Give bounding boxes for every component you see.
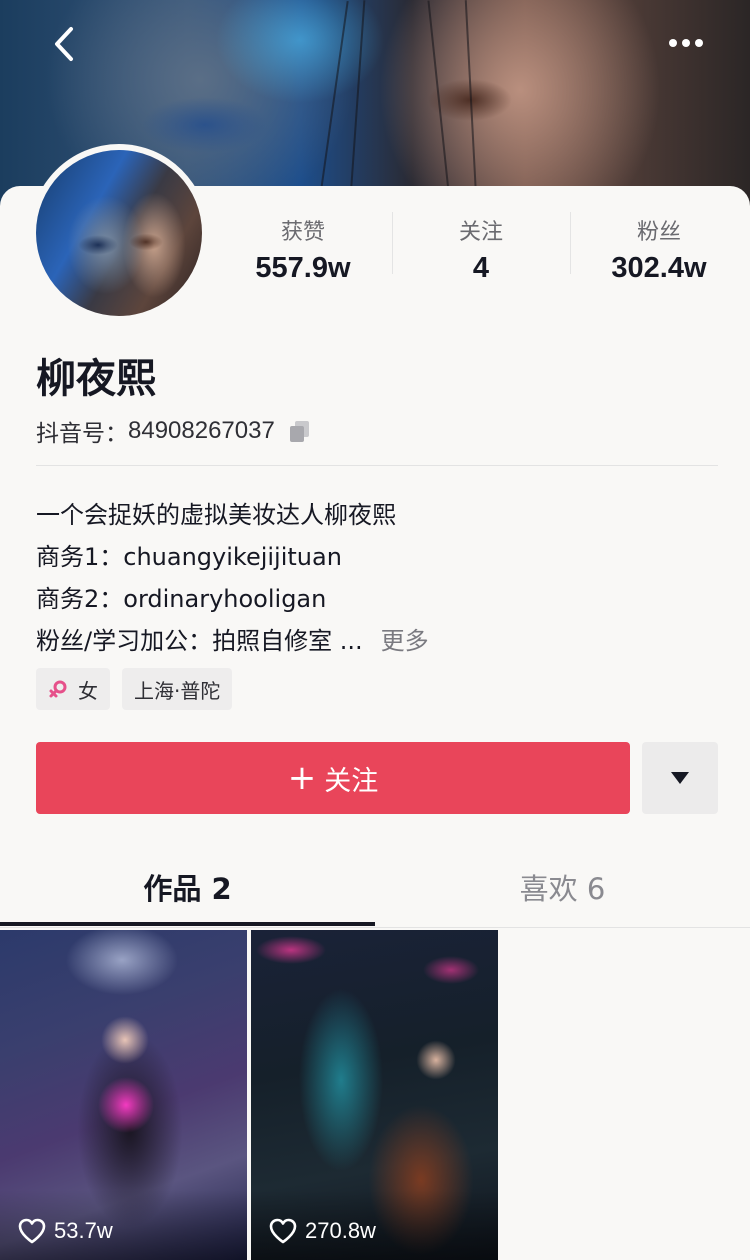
stat-value: 302.4w <box>611 252 707 284</box>
female-icon <box>48 679 68 699</box>
bio-line-last: 粉丝/学习加公：拍照自修室 ... 更多 <box>36 620 429 662</box>
profile-name: 柳夜熙 <box>36 356 156 402</box>
avatar-image <box>36 150 202 316</box>
video-likes: 270.8w <box>269 1218 376 1244</box>
follow-button[interactable]: + 关注 <box>36 742 630 814</box>
stat-label: 关注 <box>458 220 503 245</box>
profile-bio: 一个会捉妖的虚拟美妆达人柳夜熙 商务1：chuangyikejijituan 商… <box>36 494 429 662</box>
uid-row: 抖音号： 84908267037 <box>36 414 313 448</box>
back-button[interactable] <box>42 22 86 66</box>
copy-icon[interactable] <box>287 418 313 444</box>
tag-label: 上海·普陀 <box>134 678 221 703</box>
uid-value: 84908267037 <box>128 417 275 444</box>
profile-stats: 获赞 557.9w 关注 4 粉丝 302.4w <box>214 206 750 286</box>
stat-value: 4 <box>472 252 490 284</box>
video-thumbnail[interactable]: 53.7w <box>0 930 247 1260</box>
stat-followers[interactable]: 粉丝 302.4w <box>570 206 748 286</box>
bio-line-text: 粉丝/学习加公：拍照自修室 ... <box>36 627 363 655</box>
more-button[interactable] <box>660 26 712 60</box>
bio-line: 商务1：chuangyikejijituan <box>36 543 342 571</box>
divider <box>36 465 718 466</box>
stat-value: 557.9w <box>255 252 351 284</box>
chevron-left-icon <box>55 27 73 61</box>
more-dots-icon <box>669 39 703 47</box>
profile-tags: 女 上海·普陀 <box>36 668 244 710</box>
bio-more-link[interactable]: 更多 <box>381 627 429 655</box>
banner-hair-strand <box>464 0 478 200</box>
tag-label: 女 <box>78 678 98 703</box>
video-thumbnail[interactable]: 270.8w <box>251 930 498 1260</box>
tab-works[interactable]: 作品 2 <box>0 848 375 926</box>
active-tab-indicator <box>0 922 375 926</box>
tag-gender: 女 <box>36 668 110 710</box>
stat-likes[interactable]: 获赞 557.9w <box>214 206 392 286</box>
video-grid: 53.7w 270.8w <box>0 930 750 1260</box>
likes-count: 53.7w <box>54 1218 113 1243</box>
tag-location: 上海·普陀 <box>122 668 233 710</box>
caret-down-icon <box>671 772 689 784</box>
avatar[interactable] <box>30 144 208 322</box>
bio-line: 商务2：ordinaryhooligan <box>36 585 327 613</box>
heart-icon <box>18 1218 46 1244</box>
profile-tabs: 作品 2 喜欢 6 <box>0 848 750 928</box>
likes-count: 270.8w <box>305 1218 376 1243</box>
bio-line: 一个会捉妖的虚拟美妆达人柳夜熙 <box>36 501 396 529</box>
tab-likes[interactable]: 喜欢 6 <box>375 848 750 926</box>
stat-label: 粉丝 <box>636 220 681 245</box>
stat-following[interactable]: 关注 4 <box>392 206 570 286</box>
video-likes: 53.7w <box>18 1218 113 1244</box>
heart-icon <box>269 1218 297 1244</box>
follow-label: 关注 <box>324 765 379 797</box>
plus-icon: + <box>287 758 317 798</box>
uid-label: 抖音号： <box>36 421 128 447</box>
recommend-dropdown-button[interactable] <box>642 742 718 814</box>
stat-label: 获赞 <box>280 220 325 245</box>
